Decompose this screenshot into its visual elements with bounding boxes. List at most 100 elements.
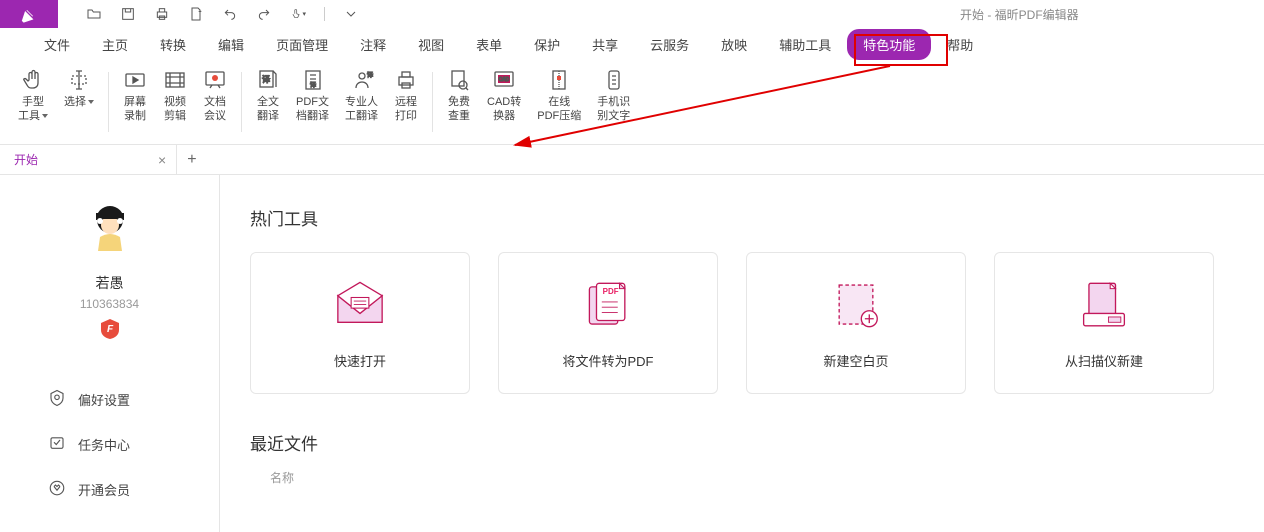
ribbon-compress[interactable]: 在线 PDF压缩 bbox=[529, 68, 589, 124]
ribbon-hand[interactable]: 手型 工具 bbox=[10, 68, 56, 124]
card-label: 从扫描仪新建 bbox=[1065, 351, 1143, 370]
print-icon[interactable] bbox=[154, 6, 170, 22]
menu-item-1[interactable]: 主页 bbox=[86, 29, 144, 60]
pdftrans-icon: 译 bbox=[301, 68, 325, 92]
redo-icon[interactable] bbox=[256, 6, 272, 22]
ribbon-label: 文档 会议 bbox=[204, 96, 226, 124]
user-id: 110363834 bbox=[80, 297, 139, 311]
f-badge-icon: F bbox=[101, 319, 119, 339]
ribbon-human[interactable]: 译专业人 工翻译 bbox=[337, 68, 386, 124]
card-blank[interactable]: 新建空白页 bbox=[746, 252, 966, 394]
ribbon-separator bbox=[241, 72, 242, 132]
menu-item-13[interactable]: 特色功能 bbox=[847, 29, 931, 60]
touch-icon[interactable]: ▾ bbox=[290, 6, 306, 22]
ribbon-film[interactable]: 视频 剪辑 bbox=[155, 68, 195, 124]
pdfdoc-icon: PDF bbox=[577, 277, 639, 333]
svg-text:译: 译 bbox=[309, 81, 315, 89]
ribbon-label: 屏幕 录制 bbox=[124, 96, 146, 124]
sidebar-list: 偏好设置任务中心开通会员 bbox=[0, 377, 219, 512]
print-icon bbox=[394, 68, 418, 92]
avatar[interactable] bbox=[82, 203, 138, 259]
translate-icon: 译 bbox=[256, 68, 280, 92]
menu-item-2[interactable]: 转换 bbox=[144, 29, 202, 60]
app-logo bbox=[0, 0, 58, 28]
sidebar-item-label: 开通会员 bbox=[78, 480, 130, 499]
card-label: 新建空白页 bbox=[823, 351, 888, 370]
vip-icon bbox=[48, 479, 66, 500]
ribbon-separator bbox=[108, 72, 109, 132]
menu-item-12[interactable]: 辅助工具 bbox=[763, 29, 847, 60]
ribbon-cursor[interactable]: 选择 bbox=[56, 68, 102, 110]
ribbon-print[interactable]: 远程 打印 bbox=[386, 68, 426, 124]
meeting-icon bbox=[203, 68, 227, 92]
window-title: 开始 - 福昕PDF编辑器 bbox=[960, 6, 1079, 23]
blank-icon bbox=[825, 277, 887, 333]
ribbon-meeting[interactable]: 文档 会议 bbox=[195, 68, 235, 124]
tab-add[interactable]: + bbox=[177, 151, 206, 169]
menu-item-5[interactable]: 注释 bbox=[344, 29, 402, 60]
card-row: 快速打开 PDF将文件转为PDF 新建空白页 从扫描仪新建 bbox=[250, 252, 1234, 394]
menu-item-4[interactable]: 页面管理 bbox=[260, 29, 344, 60]
tab-bar: 开始 × + bbox=[0, 145, 1264, 175]
card-envelope[interactable]: 快速打开 bbox=[250, 252, 470, 394]
ribbon-label: 手机识 别文字 bbox=[597, 96, 630, 124]
human-icon: 译 bbox=[350, 68, 374, 92]
hot-tools-title: 热门工具 bbox=[250, 205, 1234, 230]
tab-start[interactable]: 开始 × bbox=[4, 145, 177, 175]
ribbon-dedup[interactable]: 免费 查重 bbox=[439, 68, 479, 124]
sidebar-item-task[interactable]: 任务中心 bbox=[0, 422, 219, 467]
sidebar: 若愚 110363834 F 偏好设置任务中心开通会员 bbox=[0, 175, 220, 532]
ribbon-label: 手型 工具 bbox=[18, 96, 48, 124]
record-icon bbox=[123, 68, 147, 92]
sidebar-item-label: 任务中心 bbox=[78, 435, 130, 454]
dropdown-icon[interactable] bbox=[343, 6, 359, 22]
menu-bar: 文件主页转换编辑页面管理注释视图表单保护共享云服务放映辅助工具特色功能帮助 bbox=[0, 28, 1264, 60]
gear-icon bbox=[48, 389, 66, 410]
main-area: 若愚 110363834 F 偏好设置任务中心开通会员 热门工具 快速打开 PDF… bbox=[0, 175, 1264, 532]
sidebar-item-vip[interactable]: 开通会员 bbox=[0, 467, 219, 512]
dedup-icon bbox=[447, 68, 471, 92]
ribbon-label: PDF文 档翻译 bbox=[296, 96, 329, 124]
scanner-icon bbox=[1073, 277, 1135, 333]
menu-item-6[interactable]: 视图 bbox=[402, 29, 460, 60]
ribbon-label: 远程 打印 bbox=[395, 96, 417, 124]
sidebar-item-gear[interactable]: 偏好设置 bbox=[0, 377, 219, 422]
menu-item-0[interactable]: 文件 bbox=[28, 29, 86, 60]
ribbon-pdftrans[interactable]: 译 PDF文 档翻译 bbox=[288, 68, 337, 124]
compress-icon bbox=[547, 68, 571, 92]
card-pdfdoc[interactable]: PDF将文件转为PDF bbox=[498, 252, 718, 394]
ribbon-label: 免费 查重 bbox=[448, 96, 470, 124]
ribbon-ocr[interactable]: 手机识 别文字 bbox=[589, 68, 638, 124]
undo-icon[interactable] bbox=[222, 6, 238, 22]
svg-text:F: F bbox=[106, 324, 113, 335]
ribbon-label: 专业人 工翻译 bbox=[345, 96, 378, 124]
add-page-icon[interactable] bbox=[188, 6, 204, 22]
ribbon-separator bbox=[432, 72, 433, 132]
menu-item-8[interactable]: 保护 bbox=[518, 29, 576, 60]
ribbon-label: 在线 PDF压缩 bbox=[537, 96, 581, 124]
username: 若愚 bbox=[96, 273, 124, 293]
ribbon-translate[interactable]: 译全文 翻译 bbox=[248, 68, 288, 124]
open-icon[interactable] bbox=[86, 6, 102, 22]
card-label: 快速打开 bbox=[334, 351, 386, 370]
cursor-icon bbox=[67, 68, 91, 92]
hand-icon bbox=[21, 68, 45, 92]
menu-item-9[interactable]: 共享 bbox=[576, 29, 634, 60]
ribbon-label: 视频 剪辑 bbox=[164, 96, 186, 124]
menu-item-7[interactable]: 表单 bbox=[460, 29, 518, 60]
ribbon-cad[interactable]: CADCAD转 换器 bbox=[479, 68, 529, 124]
ribbon-label: 全文 翻译 bbox=[257, 96, 279, 124]
recent-column-name: 名称 bbox=[250, 469, 1234, 486]
tab-close-icon[interactable]: × bbox=[158, 152, 166, 168]
separator bbox=[324, 7, 325, 21]
ribbon-record[interactable]: 屏幕 录制 bbox=[115, 68, 155, 124]
ribbon: 手型 工具选择屏幕 录制视频 剪辑文档 会议译全文 翻译译PDF文 档翻译译专业… bbox=[0, 60, 1264, 145]
menu-item-11[interactable]: 放映 bbox=[705, 29, 763, 60]
card-scanner[interactable]: 从扫描仪新建 bbox=[994, 252, 1214, 394]
save-icon[interactable] bbox=[120, 6, 136, 22]
menu-item-3[interactable]: 编辑 bbox=[202, 29, 260, 60]
title-bar: ▾ 开始 - 福昕PDF编辑器 bbox=[0, 0, 1264, 28]
menu-item-10[interactable]: 云服务 bbox=[634, 29, 705, 60]
menu-item-14[interactable]: 帮助 bbox=[931, 29, 989, 60]
svg-text:译: 译 bbox=[262, 75, 270, 84]
